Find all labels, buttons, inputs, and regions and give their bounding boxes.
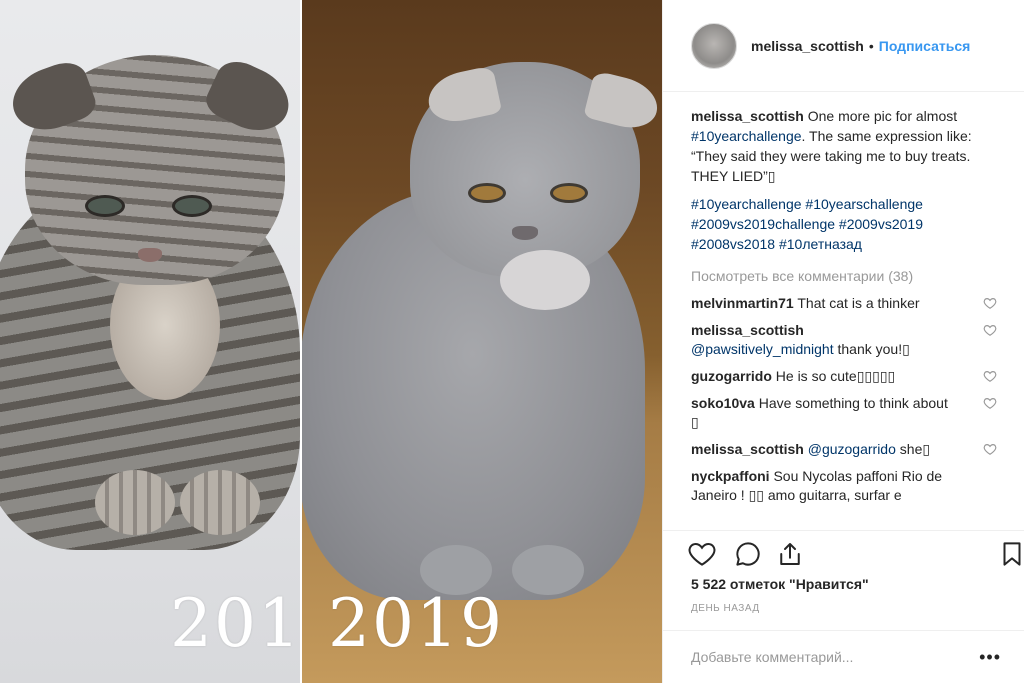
header-username[interactable]: melissa_scottish (751, 38, 864, 54)
instagram-post: 2010 2019 melissa_scottish • Подписаться (0, 0, 1024, 683)
comment-item: nyckpaffoni Sou Nycolas paffoni Rio de J… (691, 467, 997, 505)
heart-icon[interactable] (983, 442, 997, 456)
comment-item: soko10va Have something to think about ▯ (691, 394, 997, 432)
comment-text: thank you!▯ (837, 341, 910, 357)
comment-item: melissa_scottish @pawsitively_midnight t… (691, 321, 997, 359)
heart-icon[interactable] (983, 296, 997, 310)
caption-username[interactable]: melissa_scottish (691, 108, 804, 124)
caption-text-1: One more pic for almost (807, 108, 958, 124)
comment-text: That cat is a thinker (797, 295, 920, 311)
comment-input[interactable] (691, 649, 980, 665)
comment-text: she▯ (899, 441, 931, 457)
post-caption: melissa_scottish One more pic for almost… (691, 106, 997, 186)
comment-mention[interactable]: @guzogarrido (808, 441, 896, 457)
year-label-right: 2019 (328, 585, 504, 662)
comment-text: He is so cute▯▯▯▯▯ (775, 368, 896, 384)
comment-username[interactable]: melissa_scottish (691, 322, 804, 338)
kitten-photo-2010: 2010 (0, 0, 300, 683)
caption-hashtag[interactable]: #10yearchallenge (691, 128, 802, 144)
comment-item: melissa_scottish @guzogarrido she▯ (691, 440, 997, 459)
bookmark-icon[interactable] (997, 539, 1024, 569)
caption-hashtags[interactable]: #10yearchallenge #10yearschallenge #2009… (691, 194, 997, 254)
avatar[interactable] (691, 22, 737, 69)
heart-icon[interactable] (983, 369, 997, 383)
heart-icon[interactable] (983, 323, 997, 337)
comment-mention[interactable]: @pawsitively_midnight (691, 341, 834, 357)
comment-username[interactable]: nyckpaffoni (691, 468, 770, 484)
heart-icon[interactable] (687, 539, 717, 569)
post-sidebar: melissa_scottish • Подписаться melissa_s… (662, 0, 1024, 683)
cat-photo-2019: 2019 (300, 0, 662, 683)
comment-username[interactable]: soko10va (691, 395, 755, 411)
comment-item: guzogarrido He is so cute▯▯▯▯▯ (691, 367, 997, 386)
likes-count[interactable]: 5 522 отметок "Нравится" (691, 576, 869, 592)
more-options-button[interactable]: ••• (979, 647, 1001, 668)
comment-username[interactable]: melvinmartin71 (691, 295, 794, 311)
heart-icon[interactable] (983, 396, 997, 410)
caption-emoji: ▯ (767, 168, 776, 184)
post-header: melissa_scottish • Подписаться (663, 0, 1024, 92)
comment-username[interactable]: melissa_scottish (691, 441, 804, 457)
header-separator: • (868, 37, 874, 54)
comment-bubble-icon[interactable] (733, 539, 763, 569)
comments-list[interactable]: melissa_scottish One more pic for almost… (663, 100, 1024, 528)
action-bar (663, 530, 1024, 572)
comment-username[interactable]: guzogarrido (691, 368, 772, 384)
photo-divider (300, 0, 302, 683)
comment-item: melvinmartin71 That cat is a thinker (691, 294, 997, 313)
view-all-comments-link[interactable]: Посмотреть все комментарии (38) (691, 266, 997, 286)
post-media[interactable]: 2010 2019 (0, 0, 662, 683)
add-comment-bar: ••• (663, 630, 1024, 683)
post-timestamp[interactable]: ДЕНЬ НАЗАД (691, 603, 760, 614)
follow-button[interactable]: Подписаться (879, 38, 971, 54)
share-icon[interactable] (775, 539, 805, 569)
year-label-left: 2010 (170, 585, 300, 662)
